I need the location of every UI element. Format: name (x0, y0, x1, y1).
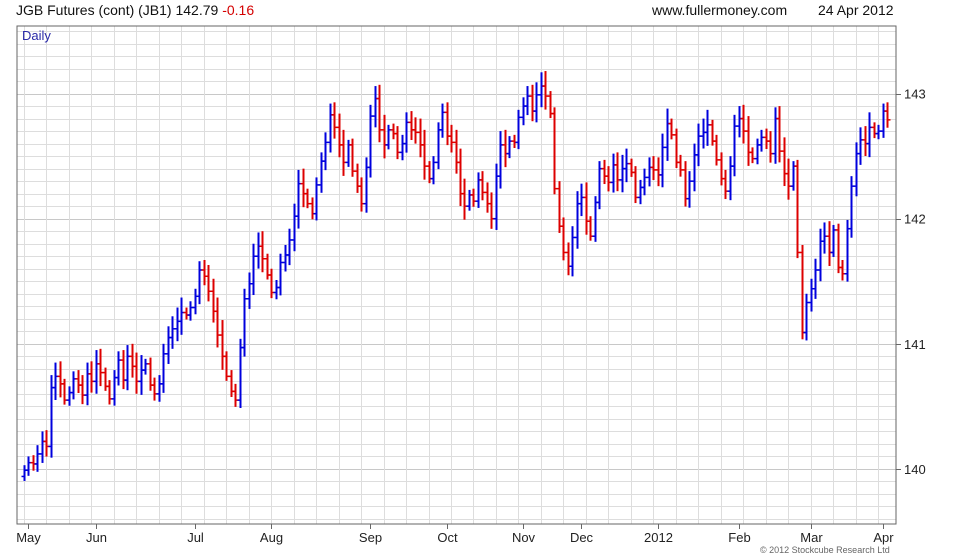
y-tick-label: 141 (904, 337, 926, 352)
x-tick-label: 2012 (644, 530, 673, 545)
x-tick-label: Dec (570, 530, 594, 545)
x-tick-label: Sep (359, 530, 382, 545)
price-chart: 140 141 142 143 May Jun Jul Aug Sep Oct Nov Dec 201… (16, 25, 926, 545)
plot-background (17, 26, 896, 524)
x-tick-label: Nov (512, 530, 536, 545)
x-tick-label: Mar (800, 530, 823, 545)
copyright-note: © 2012 Stockcube Research Ltd (760, 545, 890, 555)
x-tick-label: Feb (728, 530, 750, 545)
x-tick-label: Jun (86, 530, 107, 545)
y-tick-label: 143 (904, 87, 926, 102)
x-axis: May Jun Jul Aug Sep Oct Nov Dec 2012 Feb Mar Apr (16, 524, 894, 545)
y-tick-label: 142 (904, 212, 926, 227)
x-tick-label: Apr (873, 530, 894, 545)
period-label: Daily (22, 28, 51, 43)
x-tick-label: Oct (437, 530, 458, 545)
y-tick-label: 140 (904, 462, 926, 477)
x-tick-label: Jul (187, 530, 204, 545)
x-tick-label: May (16, 530, 41, 545)
y-axis: 140 141 142 143 (896, 87, 926, 477)
x-tick-label: Aug (260, 530, 283, 545)
